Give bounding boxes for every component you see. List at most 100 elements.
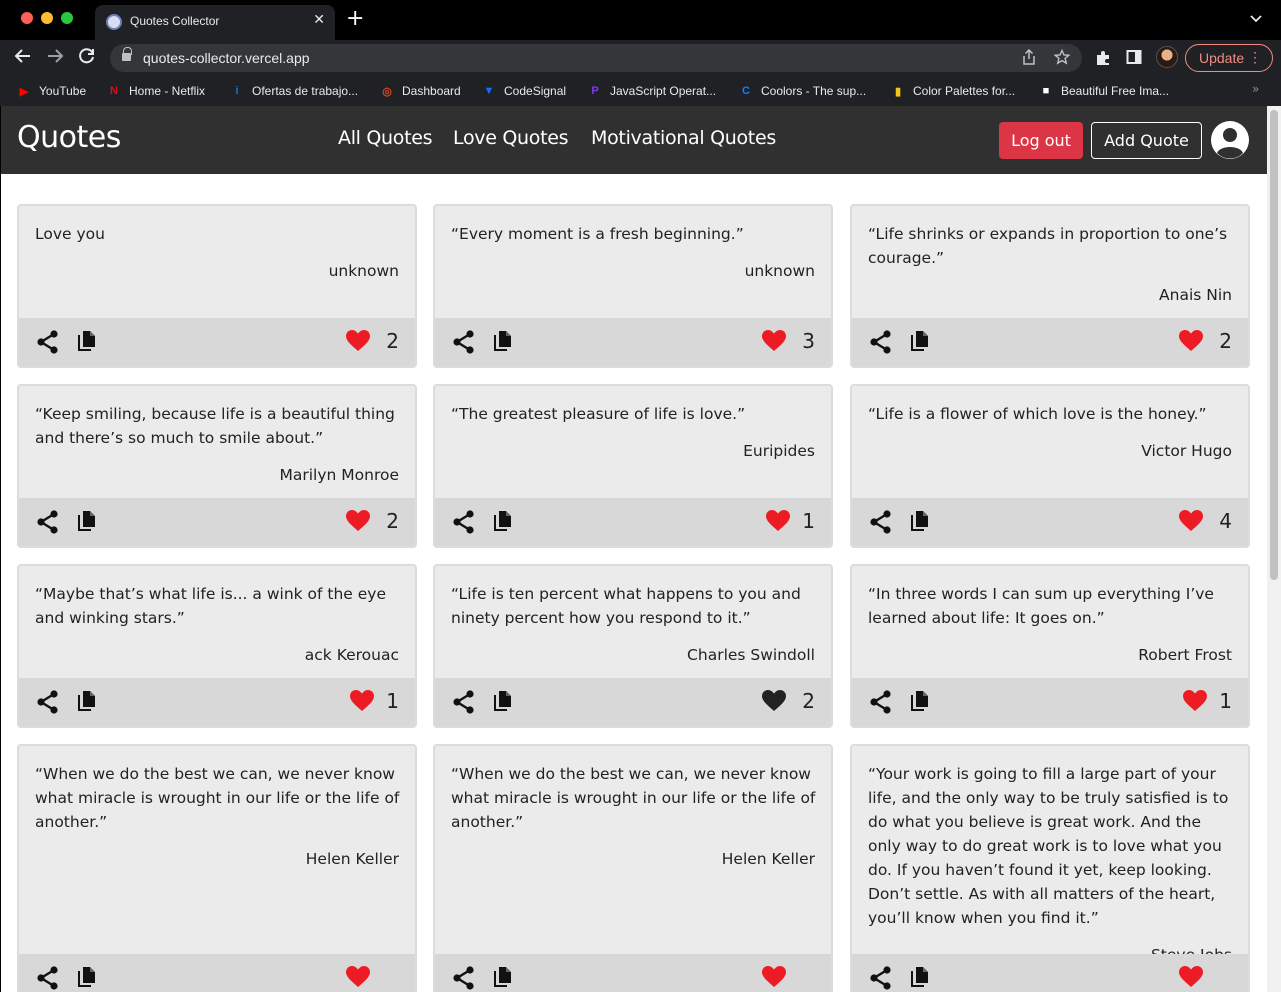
like-count: 2 [802,689,815,713]
nav-motivational-quotes[interactable]: Motivational Quotes [591,127,776,149]
share-icon[interactable] [868,689,894,715]
bookmark-label: YouTube [39,84,87,98]
page-viewport: Quotes All Quotes Love Quotes Motivation… [1,106,1267,992]
share-icon[interactable] [868,965,894,991]
extensions-puzzle-icon[interactable] [1094,49,1112,71]
copy-icon[interactable] [493,330,513,352]
heart-filled-icon[interactable] [349,689,375,713]
bookmark-label: Ofertas de trabajo... [252,84,359,98]
coolors-icon: C [742,85,750,97]
share-icon[interactable] [451,329,477,355]
quote-text: “Life is ten percent what happens to you… [451,585,801,627]
heart-filled-icon[interactable] [345,509,371,533]
share-icon[interactable] [868,329,894,355]
address-bar[interactable]: quotes-collector.vercel.app [110,44,1082,72]
bookmark-item[interactable]: ▮ Color Palettes for... [890,81,1015,101]
heart-filled-icon[interactable] [1178,965,1204,989]
javascript-icon: P [591,85,599,97]
quote-text: “Life shrinks or expands in proportion t… [868,225,1228,267]
card-footer: 1 [435,498,831,546]
back-arrow-icon[interactable] [14,47,32,70]
page-scrollbar[interactable] [1267,106,1281,992]
heart-filled-icon[interactable] [1178,329,1204,353]
heart-filled-icon[interactable] [345,329,371,353]
copy-icon[interactable] [493,690,513,712]
quote-card: “Life is a flower of which love is the h… [850,384,1250,548]
user-account-icon[interactable] [1210,120,1250,160]
update-chrome-button[interactable]: Update ⋮ [1185,44,1273,72]
minimize-window-button[interactable] [41,12,53,24]
nav-love-quotes[interactable]: Love Quotes [453,127,569,149]
more-menu-icon[interactable]: ⋮ [1248,49,1262,66]
heart-filled-icon[interactable] [761,329,787,353]
copy-icon[interactable] [910,330,930,352]
copy-icon[interactable] [910,966,930,988]
share-icon[interactable] [868,509,894,535]
bookmark-item[interactable]: ■ Beautiful Free Ima... [1038,81,1169,101]
like-count: 3 [802,329,815,353]
share-icon[interactable] [35,965,61,991]
bookmark-star-icon[interactable] [1053,48,1071,69]
card-footer: 1 [19,678,415,726]
quote-card: “When we do the best we can, we never kn… [433,744,833,992]
copy-icon[interactable] [77,690,97,712]
quote-author: Marilyn Monroe [279,466,399,484]
brand-title[interactable]: Quotes [17,120,121,155]
copy-icon[interactable] [77,966,97,988]
copy-icon[interactable] [910,510,930,532]
share-icon[interactable] [451,509,477,535]
copy-icon[interactable] [493,966,513,988]
bookmark-item[interactable]: ▶ YouTube [16,81,86,101]
like-count: 1 [1219,689,1232,713]
quote-text: “In three words I can sum up everything … [868,585,1214,627]
codesignal-icon: ▼ [483,85,495,97]
bookmarks-overflow-icon[interactable]: » [1252,82,1259,96]
card-footer: 2 [19,498,415,546]
new-tab-button[interactable]: + [346,8,364,30]
logout-button[interactable]: Log out [999,122,1083,159]
nav-all-quotes[interactable]: All Quotes [338,127,433,149]
heart-filled-icon[interactable] [765,509,791,533]
app-navbar: Quotes All Quotes Love Quotes Motivation… [1,106,1267,174]
profile-avatar[interactable] [1156,46,1178,68]
heart-filled-icon[interactable] [345,965,371,989]
maximize-window-button[interactable] [61,12,73,24]
forward-arrow-icon[interactable] [46,47,64,70]
share-icon[interactable] [35,509,61,535]
lock-icon[interactable] [122,47,132,62]
tab-search-chevron-icon[interactable] [1250,12,1262,26]
heart-filled-icon[interactable] [1182,689,1208,713]
quote-text: “Keep smiling, because life is a beautif… [35,405,395,447]
url-text[interactable]: quotes-collector.vercel.app [143,50,310,66]
bookmark-item[interactable]: N Home - Netflix [106,81,205,101]
close-window-button[interactable] [21,12,33,24]
heart-icon[interactable] [761,689,787,713]
tab-close-icon[interactable]: ✕ [313,12,325,28]
share-icon[interactable] [35,329,61,355]
quote-text: “Life is a flower of which love is the h… [868,405,1207,423]
browser-tab-strip: Quotes Collector ✕ + [0,0,1281,40]
scrollbar-thumb[interactable] [1270,110,1278,580]
share-icon[interactable] [451,689,477,715]
add-quote-button[interactable]: Add Quote [1091,122,1202,159]
side-panel-icon[interactable] [1126,49,1142,69]
reload-icon[interactable] [78,47,96,70]
card-footer [19,954,415,992]
heart-filled-icon[interactable] [761,965,787,989]
bookmark-item[interactable]: ▼ CodeSignal [481,81,567,101]
share-icon[interactable] [451,965,477,991]
share-icon[interactable] [35,689,61,715]
copy-icon[interactable] [77,330,97,352]
bookmark-item[interactable]: i Ofertas de trabajo... [229,81,358,101]
browser-tab-active[interactable]: Quotes Collector ✕ [95,5,335,40]
share-page-icon[interactable] [1022,48,1036,69]
copy-icon[interactable] [493,510,513,532]
copy-icon[interactable] [910,690,930,712]
card-footer [852,954,1248,992]
bookmark-item[interactable]: C Coolors - The sup... [738,81,866,101]
card-footer: 2 [435,678,831,726]
heart-filled-icon[interactable] [1178,509,1204,533]
copy-icon[interactable] [77,510,97,532]
bookmark-item[interactable]: P JavaScript Operat... [587,81,716,101]
bookmark-item[interactable]: ◎ Dashboard [379,81,461,101]
